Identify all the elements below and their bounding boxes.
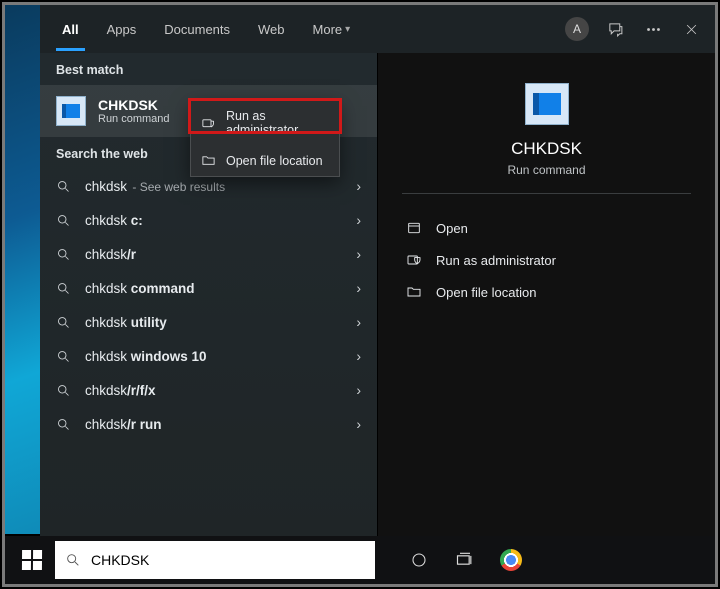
tab-label: Web <box>258 22 285 37</box>
run-command-icon <box>525 83 569 125</box>
chevron-down-icon: ▾ <box>345 24 350 35</box>
folder-icon <box>406 284 422 300</box>
task-view-icon <box>455 550 475 570</box>
search-icon <box>56 281 71 296</box>
tab-documents[interactable]: Documents <box>150 5 244 53</box>
close-icon <box>684 22 699 37</box>
action-open[interactable]: Open <box>402 212 691 244</box>
web-result-text: chkdsk <box>85 247 127 262</box>
tab-label: All <box>62 22 79 37</box>
tab-label: Apps <box>107 22 137 37</box>
taskbar-search-input[interactable]: CHKDSK <box>55 541 375 579</box>
web-result-text: chkdsk <box>85 315 131 330</box>
search-icon <box>56 315 71 330</box>
web-result[interactable]: chkdsk c: › <box>40 203 377 237</box>
cortana-icon <box>410 551 428 569</box>
filter-tabs: All Apps Documents Web More▾ <box>48 5 364 53</box>
preview-subtitle: Run command <box>402 163 691 177</box>
search-flyout: All Apps Documents Web More▾ A <box>40 5 715 536</box>
chevron-right-icon: › <box>356 280 361 296</box>
best-match-subtitle: Run command <box>98 113 170 125</box>
web-result[interactable]: chkdsk command › <box>40 271 377 305</box>
web-result-text: chkdsk <box>85 383 127 398</box>
action-label: Run as administrator <box>436 253 556 268</box>
chevron-right-icon: › <box>356 348 361 364</box>
preview-title: CHKDSK <box>402 139 691 159</box>
divider <box>402 193 691 194</box>
context-run-as-admin[interactable]: Run as administrator <box>191 101 339 145</box>
tab-web[interactable]: Web <box>244 5 299 53</box>
action-open-file-location[interactable]: Open file location <box>402 276 691 308</box>
taskbar: CHKDSK <box>5 536 715 584</box>
web-result-text: chkdsk <box>85 349 131 364</box>
windows-logo-icon <box>22 550 42 570</box>
chevron-right-icon: › <box>356 178 361 194</box>
search-icon <box>56 179 71 194</box>
action-label: Open file location <box>436 285 536 300</box>
tab-apps[interactable]: Apps <box>93 5 151 53</box>
action-label: Open <box>436 221 468 236</box>
section-best-match: Best match <box>40 53 377 85</box>
top-controls: A <box>561 13 707 45</box>
web-result[interactable]: chkdsk windows 10 › <box>40 339 377 373</box>
search-topbar: All Apps Documents Web More▾ A <box>40 5 715 53</box>
close-button[interactable] <box>675 13 707 45</box>
context-menu: Run as administrator Open file location <box>190 100 340 177</box>
chrome-icon <box>500 549 522 571</box>
web-result[interactable]: chkdsk utility › <box>40 305 377 339</box>
chevron-right-icon: › <box>356 416 361 432</box>
task-view-button[interactable] <box>443 540 487 580</box>
search-icon <box>56 349 71 364</box>
search-value: CHKDSK <box>91 552 149 568</box>
context-label: Open file location <box>226 154 323 168</box>
options-button[interactable] <box>637 13 669 45</box>
open-icon <box>406 220 422 236</box>
admin-shield-icon <box>201 116 216 131</box>
start-button[interactable] <box>9 540 55 580</box>
best-match-title: CHKDSK <box>98 97 170 113</box>
search-icon <box>56 383 71 398</box>
tab-label: More <box>313 22 343 37</box>
admin-shield-icon <box>406 252 422 268</box>
tab-label: Documents <box>164 22 230 37</box>
action-run-as-admin[interactable]: Run as administrator <box>402 244 691 276</box>
desktop-background <box>5 5 40 534</box>
context-label: Run as administrator <box>226 109 329 137</box>
feedback-button[interactable] <box>599 13 631 45</box>
run-command-icon <box>56 96 86 126</box>
tab-more[interactable]: More▾ <box>299 5 365 53</box>
taskbar-icons <box>397 540 533 580</box>
chevron-right-icon: › <box>356 314 361 330</box>
cortana-button[interactable] <box>397 540 441 580</box>
chevron-right-icon: › <box>356 212 361 228</box>
context-open-file-location[interactable]: Open file location <box>191 145 339 176</box>
chevron-right-icon: › <box>356 246 361 262</box>
ellipsis-icon <box>645 21 662 38</box>
avatar: A <box>565 17 589 41</box>
web-result-text: chkdsk <box>85 179 127 194</box>
feedback-icon <box>607 21 624 38</box>
search-icon <box>56 213 71 228</box>
account-button[interactable]: A <box>561 13 593 45</box>
web-result-text: chkdsk <box>85 417 127 432</box>
preview-pane: CHKDSK Run command Open Run as administr… <box>377 53 715 536</box>
folder-icon <box>201 153 216 168</box>
web-result[interactable]: chkdsk/r/f/x › <box>40 373 377 407</box>
web-result-text: chkdsk <box>85 281 131 296</box>
web-result[interactable]: chkdsk/r run › <box>40 407 377 441</box>
chevron-right-icon: › <box>356 382 361 398</box>
search-icon <box>56 247 71 262</box>
web-result[interactable]: chkdsk/r › <box>40 237 377 271</box>
chrome-taskbar-button[interactable] <box>489 540 533 580</box>
search-icon <box>56 417 71 432</box>
web-results-list: chkdsk - See web results › chkdsk c: › c… <box>40 169 377 441</box>
web-result-text: chkdsk <box>85 213 131 228</box>
search-icon <box>65 552 81 568</box>
tab-all[interactable]: All <box>48 5 93 53</box>
